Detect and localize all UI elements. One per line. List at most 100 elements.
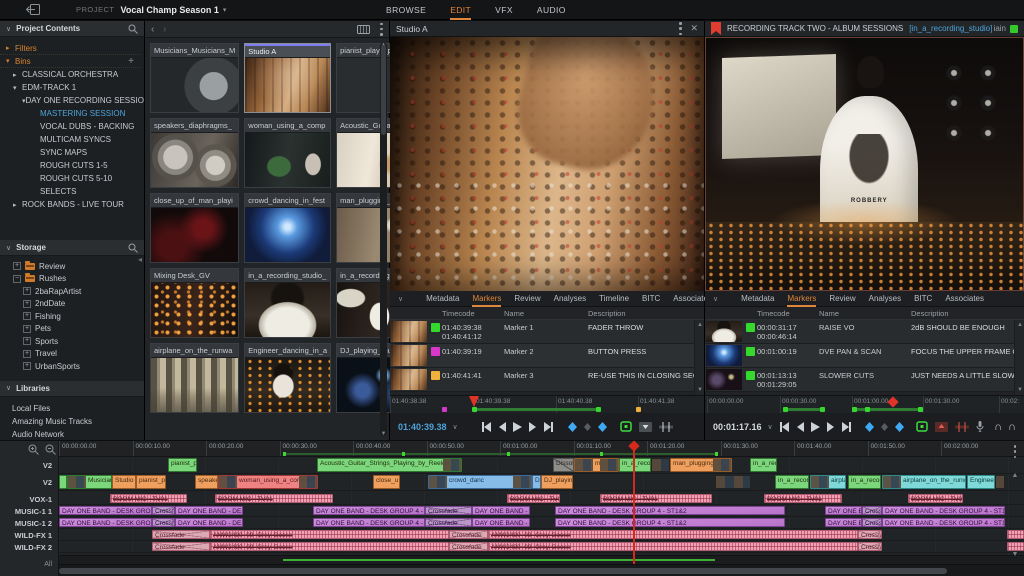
timeline-clip[interactable]: Crossfa	[862, 518, 882, 527]
marker-button[interactable]	[584, 423, 591, 431]
timeline-clip[interactable]: DAY ONE BAND - DESK GROUP 4 - ST1&2	[882, 506, 1005, 515]
bin-tree-item[interactable]: MASTERING SESSION	[0, 107, 144, 120]
timeline-clip[interactable]: BOOM MIC - TV01	[764, 494, 842, 503]
timeline-ruler[interactable]: 00:00:00.0000:00:10.0000:00:20.0000:00:3…	[59, 441, 1024, 457]
top-tab-edit[interactable]: EDIT	[450, 0, 471, 20]
voiceover-mic-icon[interactable]	[976, 421, 984, 432]
storage-tree-item[interactable]: +Sports	[0, 335, 144, 348]
marker-row[interactable]: 00:00:31:1700:00:46:14RAISE VO2dB SHOULD…	[705, 320, 1024, 344]
bin-tree-item[interactable]: MULTICAM SYNCS	[0, 133, 144, 146]
insert-edit-button[interactable]	[639, 422, 652, 432]
bin-tree-item[interactable]: ROUGH CUTS 5-10	[0, 172, 144, 185]
scroll-up-icon[interactable]: ▲	[1012, 472, 1019, 479]
tab-bitc[interactable]: BITC	[914, 291, 932, 307]
bin-clip[interactable]: speakers_diaphragms_	[150, 118, 239, 188]
view-mode-icon[interactable]	[357, 25, 370, 34]
timeline-clip[interactable]: Crossfade	[449, 530, 488, 539]
frame-forward-button[interactable]	[827, 422, 835, 432]
record-timecode[interactable]: 00:01:17.16	[713, 422, 762, 432]
tab-metadata[interactable]: Metadata	[426, 291, 459, 307]
bin-tree-item[interactable]: ▾EDM-TRACK 1	[0, 81, 144, 94]
track-lane[interactable]: MusicianStudio Apianist_plaspeakerswoman…	[59, 474, 1024, 491]
timeline-clip[interactable]: airplane	[810, 475, 846, 489]
skip-end-button[interactable]	[842, 422, 853, 432]
scrollbar-thumb[interactable]	[59, 568, 947, 574]
bin-clip[interactable]: Mixing Desk_GV	[150, 268, 239, 338]
timecode-caret-icon[interactable]: ∨	[768, 423, 773, 431]
timeline-clip[interactable]: pianist_pla	[168, 458, 197, 472]
bin-clip[interactable]: crowd_dancing_in_fest	[244, 193, 331, 263]
track-label[interactable]: VOX-1	[29, 495, 52, 504]
track-label[interactable]: V2	[43, 461, 52, 470]
libraries-header[interactable]: ∨ Libraries	[0, 381, 144, 397]
expander-icon[interactable]: +	[23, 287, 31, 295]
timeline-clip[interactable]: ANW2490_09_Grey-Goose	[488, 530, 858, 539]
timeline-clip[interactable]: DJ_playing_	[541, 475, 573, 489]
library-item[interactable]: Amazing Music Tracks	[0, 415, 144, 428]
timeline-clip[interactable]: Dissolv	[553, 458, 574, 472]
storage-header[interactable]: ∨ Storage	[0, 240, 144, 256]
timeline-clip[interactable]: DAY ONE BAND - DESK GROUP 4 - ST1&2	[59, 506, 152, 515]
panel-collapse-icon[interactable]: ◂	[138, 249, 144, 271]
track-lane[interactable]: CrossfadeANW2490_09_Grey-GooseCrossfadeA…	[59, 529, 1024, 541]
table-scrollbar[interactable]: ▲▼	[694, 320, 704, 395]
timeline-clip[interactable]: Acoustic_Guitar_Strings_Playing_by_Reeld…	[317, 458, 462, 472]
timeline-clip[interactable]: Studio A	[112, 475, 136, 489]
insert-record-button[interactable]	[935, 422, 948, 432]
timeline-clip[interactable]: Crossfa	[152, 518, 175, 527]
add-bin-icon[interactable]: +	[128, 56, 134, 67]
timecode-caret-icon[interactable]: ∨	[453, 423, 458, 431]
bin-clip[interactable]: woman_using_a_comp	[244, 118, 331, 188]
source-video-viewer[interactable]	[390, 37, 704, 291]
timeline-clip[interactable]: DAY ONE BAND - DESK GROUP 4 - ST1&2	[555, 506, 785, 515]
marker-row[interactable]: 01:40:39:3801:40:41:12Marker 1FADER THRO…	[390, 320, 704, 344]
timeline-clip[interactable]	[995, 475, 1005, 489]
library-item[interactable]: Local Files	[0, 402, 144, 415]
replace-record-button[interactable]	[955, 422, 969, 432]
bin-clip[interactable]: Engineer_dancing_in_a	[244, 343, 331, 413]
project-name[interactable]: Vocal Champ Season 1	[121, 5, 219, 15]
tab-markers[interactable]: Markers	[472, 291, 501, 307]
zoom-out-icon[interactable]	[45, 444, 56, 455]
timeline-clip[interactable]: pianist_pla	[136, 475, 166, 489]
scrubber-playhead[interactable]	[469, 396, 479, 407]
bin-menu-icon[interactable]	[380, 23, 383, 36]
user-presence[interactable]: iain	[994, 24, 1018, 33]
timeline-clip[interactable]: BOOM MIC - TV01	[507, 494, 560, 503]
bin-clip[interactable]: Studio A	[244, 43, 331, 113]
timeline-clip[interactable]: BOOM MIC - TV01	[600, 494, 712, 503]
track-label[interactable]: MUSIC-1 2	[15, 519, 52, 528]
track-label[interactable]: All	[44, 561, 52, 568]
back-arrow-icon[interactable]: ‹	[151, 24, 163, 35]
timeline-clip[interactable]: DAY ONE BAND - DESK GROUP 4 - ST1&2	[59, 518, 152, 527]
timeline-clip[interactable]: Crossfade	[152, 542, 210, 551]
timeline-clip[interactable]: DAY ONE BAND - DESK GROUP 4 - ST1&2	[313, 506, 425, 515]
collapse-caret-icon[interactable]: ∨	[6, 244, 11, 252]
timeline-clip[interactable]: Crossfade	[425, 506, 472, 515]
tab-associates[interactable]: Associates	[945, 291, 984, 307]
source-timecode[interactable]: 01:40:39.38	[398, 422, 447, 432]
timeline-clip[interactable]: DAY ONE BAND - DESK GROUP 4 - ST1&2	[555, 518, 785, 527]
table-scrollbar[interactable]: ▲▼	[1014, 320, 1024, 395]
tab-review[interactable]: Review	[514, 291, 540, 307]
bin-clip[interactable]: in_a_recording_studio_	[244, 268, 331, 338]
timeline-clip[interactable]: Crossfa	[858, 530, 882, 539]
bin-tree-item[interactable]: SYNC MAPS	[0, 146, 144, 159]
top-tab-browse[interactable]: BROWSE	[386, 0, 426, 20]
storage-tree-item[interactable]: +2ndDate	[0, 298, 144, 311]
play-button[interactable]	[513, 422, 522, 432]
storage-tree-item[interactable]: +Travel	[0, 348, 144, 361]
bin-clip[interactable]: close_up_of_man_playi	[150, 193, 239, 263]
tabs-collapse-icon[interactable]: ∨	[398, 295, 403, 303]
storage-tree-item[interactable]: +Fishing	[0, 310, 144, 323]
timeline-clip[interactable]	[59, 475, 67, 489]
track-lane[interactable]: CrossfadeANW2490_09_Grey-GooseCrossfadeA…	[59, 541, 1024, 553]
bin-tree-item[interactable]: ▾DAY ONE RECORDING SESSION	[0, 94, 144, 107]
storage-tree-item[interactable]: −Rushes	[0, 273, 144, 286]
timeline-menu-icon[interactable]	[1014, 445, 1017, 458]
play-button[interactable]	[811, 422, 820, 432]
top-tab-vfx[interactable]: VFX	[495, 0, 513, 20]
skip-start-button[interactable]	[778, 422, 789, 432]
timeline-clip[interactable]: in_a_rec	[750, 458, 777, 472]
storage-tree-item[interactable]: +2baRapArtist	[0, 285, 144, 298]
